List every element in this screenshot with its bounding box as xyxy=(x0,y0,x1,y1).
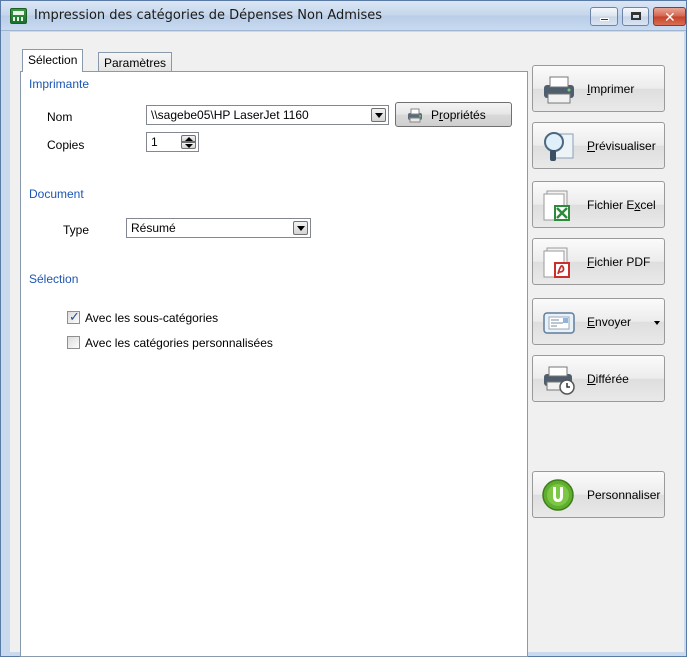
print-dialog-window: Impression des catégories de Dépenses No… xyxy=(0,0,687,657)
excel-file-icon xyxy=(543,190,570,221)
title-bar[interactable]: Impression des catégories de Dépenses No… xyxy=(1,1,686,31)
spin-down-icon[interactable] xyxy=(181,142,196,149)
fichier-excel-pre: Fichier E xyxy=(587,198,635,212)
envoyer-button[interactable]: Envoyer xyxy=(532,298,665,345)
differee-button[interactable]: Différée xyxy=(532,355,665,402)
copies-value: 1 xyxy=(151,135,158,149)
differee-rest: ifférée xyxy=(595,372,629,386)
section-divider xyxy=(111,85,516,86)
fichier-pdf-button[interactable]: Fichier PDF xyxy=(532,238,665,285)
differee-label: Différée xyxy=(587,372,629,386)
dropdown-arrow-icon[interactable] xyxy=(654,321,660,325)
properties-button[interactable]: Propriétés xyxy=(395,102,512,127)
previsualiser-rest: révisualiser xyxy=(595,139,656,153)
maximize-button[interactable] xyxy=(622,7,649,26)
properties-label-pre: P xyxy=(431,108,440,122)
maximize-icon xyxy=(631,12,641,20)
previsualiser-button[interactable]: Prévisualiser xyxy=(532,122,665,169)
custom-categories-checkbox[interactable] xyxy=(67,336,80,349)
previsualiser-label: Prévisualiser xyxy=(587,139,656,153)
printer-icon xyxy=(408,108,422,123)
tab-panel-selection: Imprimante Nom \\sagebe05\HP LaserJet 11… xyxy=(20,71,528,657)
tab-parametres[interactable]: Paramètres xyxy=(98,52,173,73)
subcategories-label[interactable]: Avec les sous-catégories xyxy=(85,311,218,325)
document-type-value: Résumé xyxy=(131,221,176,235)
printer-name-label: Nom xyxy=(47,110,73,124)
close-button[interactable]: ✕ xyxy=(653,7,686,26)
document-type-select[interactable]: Résumé xyxy=(126,218,311,238)
envoyer-rest: nvoyer xyxy=(595,315,632,329)
magnifier-preview-icon xyxy=(544,132,574,161)
tab-selection[interactable]: Sélection xyxy=(22,49,84,72)
email-icon xyxy=(543,312,575,334)
fichier-excel-button[interactable]: Fichier Excel xyxy=(532,181,665,228)
chevron-down-icon[interactable] xyxy=(293,221,308,235)
section-divider xyxy=(99,280,516,281)
dialog-client-area: Sélection Paramètres Imprimante Nom \\sa… xyxy=(10,32,684,657)
personalize-icon xyxy=(542,479,574,511)
imprimer-rest: mprimer xyxy=(590,82,635,96)
properties-label-post: opriétés xyxy=(443,108,486,122)
differee-mnemonic: D xyxy=(587,372,596,386)
document-type-label: Type xyxy=(63,223,90,237)
chevron-down-icon[interactable] xyxy=(371,108,386,122)
pdf-file-icon xyxy=(543,247,570,278)
fichier-excel-rest: cel xyxy=(640,198,656,212)
printer-clock-icon xyxy=(544,366,575,395)
previsualiser-mnemonic: P xyxy=(587,139,596,153)
copies-label: Copies xyxy=(47,138,85,152)
custom-categories-label[interactable]: Avec les catégories personnalisées xyxy=(85,336,273,350)
window-title: Impression des catégories de Dépenses No… xyxy=(34,8,383,23)
subcategories-checkbox[interactable] xyxy=(67,309,80,325)
minimize-button[interactable] xyxy=(590,7,618,26)
envoyer-label: Envoyer xyxy=(587,315,631,329)
fichier-pdf-rest: ichier PDF xyxy=(594,255,651,269)
section-label-document: Document xyxy=(29,187,92,201)
section-label-selection: Sélection xyxy=(29,272,87,286)
printer-name-select[interactable]: \\sagebe05\HP LaserJet 1160 xyxy=(146,105,389,125)
printer-name-value: \\sagebe05\HP LaserJet 1160 xyxy=(151,108,309,122)
imprimer-label: Imprimer xyxy=(587,82,634,96)
fichier-pdf-label: Fichier PDF xyxy=(587,255,650,269)
close-icon: ✕ xyxy=(664,9,676,25)
properties-label: Propriétés xyxy=(431,108,486,122)
fichier-excel-label: Fichier Excel xyxy=(587,198,656,212)
personnaliser-button[interactable]: Personnaliser xyxy=(532,471,665,518)
minimize-icon xyxy=(600,18,609,21)
section-divider xyxy=(105,196,516,197)
personnaliser-label: Personnaliser xyxy=(587,488,661,502)
copies-stepper[interactable]: 1 xyxy=(146,132,199,152)
spin-up-icon[interactable] xyxy=(181,135,196,142)
printer-icon xyxy=(544,76,574,104)
app-icon xyxy=(10,8,27,24)
section-label-imprimante: Imprimante xyxy=(29,77,98,91)
envoyer-mnemonic: E xyxy=(587,315,596,329)
imprimer-button[interactable]: Imprimer xyxy=(532,65,665,112)
